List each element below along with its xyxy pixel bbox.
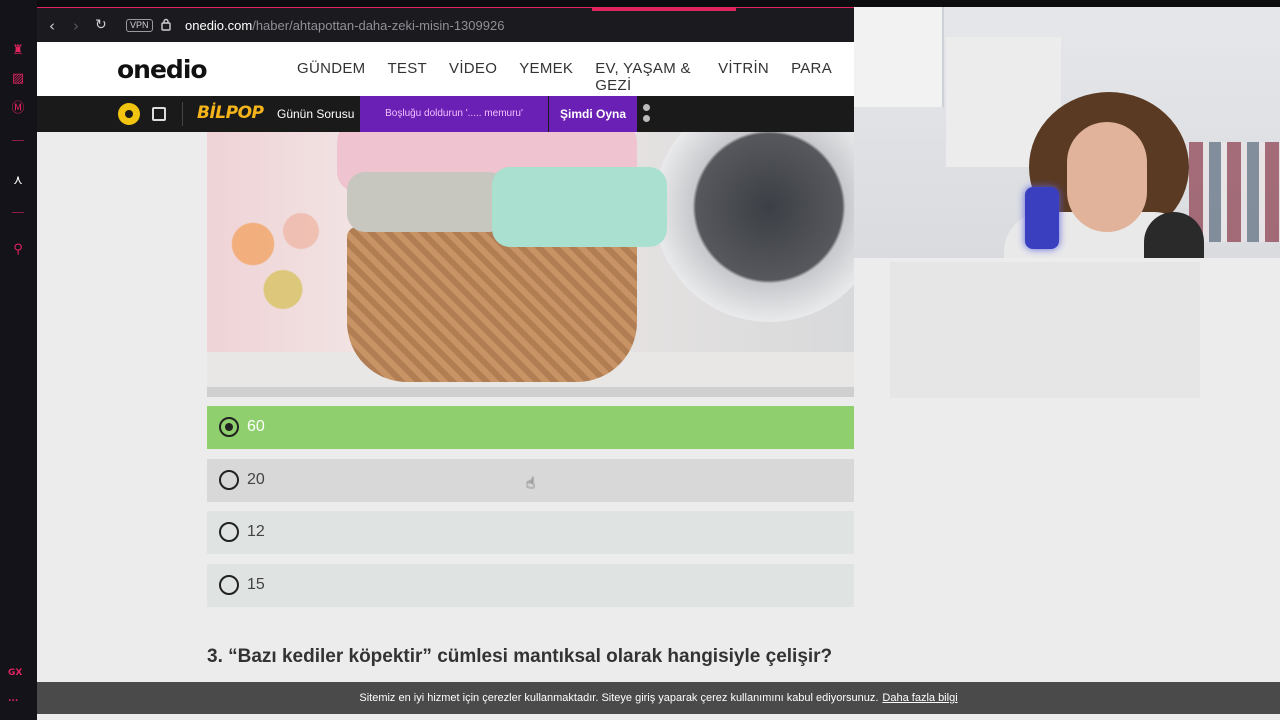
browser-window: ‹ › ↻ VPN onedio.com/haber/ahtapottan-da… [37, 7, 854, 720]
microphone-image [1025, 187, 1059, 249]
sidebar-divider [12, 212, 24, 213]
question-image [207, 132, 854, 397]
carousel-dots[interactable] [643, 104, 651, 126]
option-label: 60 [247, 418, 265, 435]
cleaner-icon[interactable]: ▨ [9, 70, 27, 88]
cookie-more-info-link[interactable]: Daha fazla bilgi [882, 692, 957, 704]
washing-machine-image [654, 132, 854, 322]
lock-icon[interactable] [161, 18, 171, 31]
main-nav: GÜNDEM TEST VİDEO YEMEK EV, YAŞAM & GEZİ… [297, 60, 854, 94]
gx-control-icon[interactable]: ♜ [9, 42, 27, 60]
nav-item-test[interactable]: TEST [387, 60, 427, 94]
reload-icon[interactable]: ↻ [95, 17, 107, 33]
nav-item-vitrin[interactable]: VİTRİN [718, 60, 769, 94]
cookie-banner: Sitemiz en iyi hizmet için çerezler kull… [37, 682, 1280, 714]
sidebar-divider [12, 140, 24, 141]
radio-icon[interactable] [219, 522, 239, 542]
nav-item-ev-yasam-gezi[interactable]: EV, YAŞAM & GEZİ [595, 60, 696, 94]
back-icon[interactable]: ‹ [49, 17, 55, 35]
nav-item-video[interactable]: VİDEO [449, 60, 497, 94]
forward-icon[interactable]: › [73, 17, 79, 35]
site-logo[interactable]: onedio [117, 55, 208, 84]
aria-icon[interactable]: ⋏ [9, 172, 27, 190]
right-rail [854, 258, 1280, 720]
radio-icon[interactable] [219, 575, 239, 595]
play-now-button[interactable]: Şimdi Oyna [549, 96, 637, 132]
hand-cursor-icon: ☝ [526, 474, 536, 492]
ad-slot [890, 262, 1200, 398]
quiz-option[interactable]: 12 [207, 511, 854, 554]
option-label: 20 [247, 471, 265, 488]
radio-selected-icon[interactable] [219, 417, 239, 437]
daily-question-label: Günün Sorusu [277, 107, 355, 121]
game-ball-icon[interactable] [118, 103, 140, 125]
nav-item-yemek[interactable]: YEMEK [519, 60, 573, 94]
quiz-option[interactable]: 60 [207, 406, 854, 449]
url-field[interactable]: onedio.com/haber/ahtapottan-daha-zeki-mi… [185, 18, 504, 33]
messenger-icon[interactable]: Ⓜ [9, 100, 27, 118]
nav-item-gundem[interactable]: GÜNDEM [297, 60, 365, 94]
more-icon[interactable]: ... [8, 694, 18, 704]
address-bar: ‹ › ↻ VPN onedio.com/haber/ahtapottan-da… [37, 7, 854, 42]
laundry-basket-image [347, 227, 637, 382]
gx-label[interactable]: GX [8, 668, 22, 678]
active-tab-indicator [592, 8, 736, 11]
question-title: 3. “Bazı kediler köpektir” cümlesi mantı… [207, 646, 833, 667]
url-host: onedio.com [185, 18, 253, 33]
cookie-message: Sitemiz en iyi hizmet için çerezler kull… [359, 692, 879, 704]
radio-icon[interactable] [219, 470, 239, 490]
promo-divider [182, 102, 183, 126]
browser-sidebar: ♜ ▨ Ⓜ ⋏ ⚲ GX ... [0, 0, 37, 720]
nav-item-para[interactable]: PARA [791, 60, 832, 94]
url-path: /haber/ahtapottan-daha-zeki-misin-130992… [252, 18, 505, 33]
quiz-option[interactable]: 15 [207, 564, 854, 607]
webcam-overlay [854, 7, 1280, 258]
calendar-icon[interactable] [152, 107, 166, 121]
option-label: 15 [247, 576, 265, 593]
pin-icon[interactable]: ⚲ [9, 241, 27, 259]
option-label: 12 [247, 523, 265, 540]
vpn-badge[interactable]: VPN [126, 19, 153, 32]
site-header: onedio GÜNDEM TEST VİDEO YEMEK EV, YAŞAM… [37, 42, 854, 96]
daily-question-text[interactable]: Boşluğu doldurun '..... memuru' [360, 96, 548, 132]
bilpop-promo-bar: BİLPOP Günün Sorusu Boşluğu doldurun '..… [37, 96, 854, 132]
bilpop-logo[interactable]: BİLPOP [197, 103, 264, 123]
